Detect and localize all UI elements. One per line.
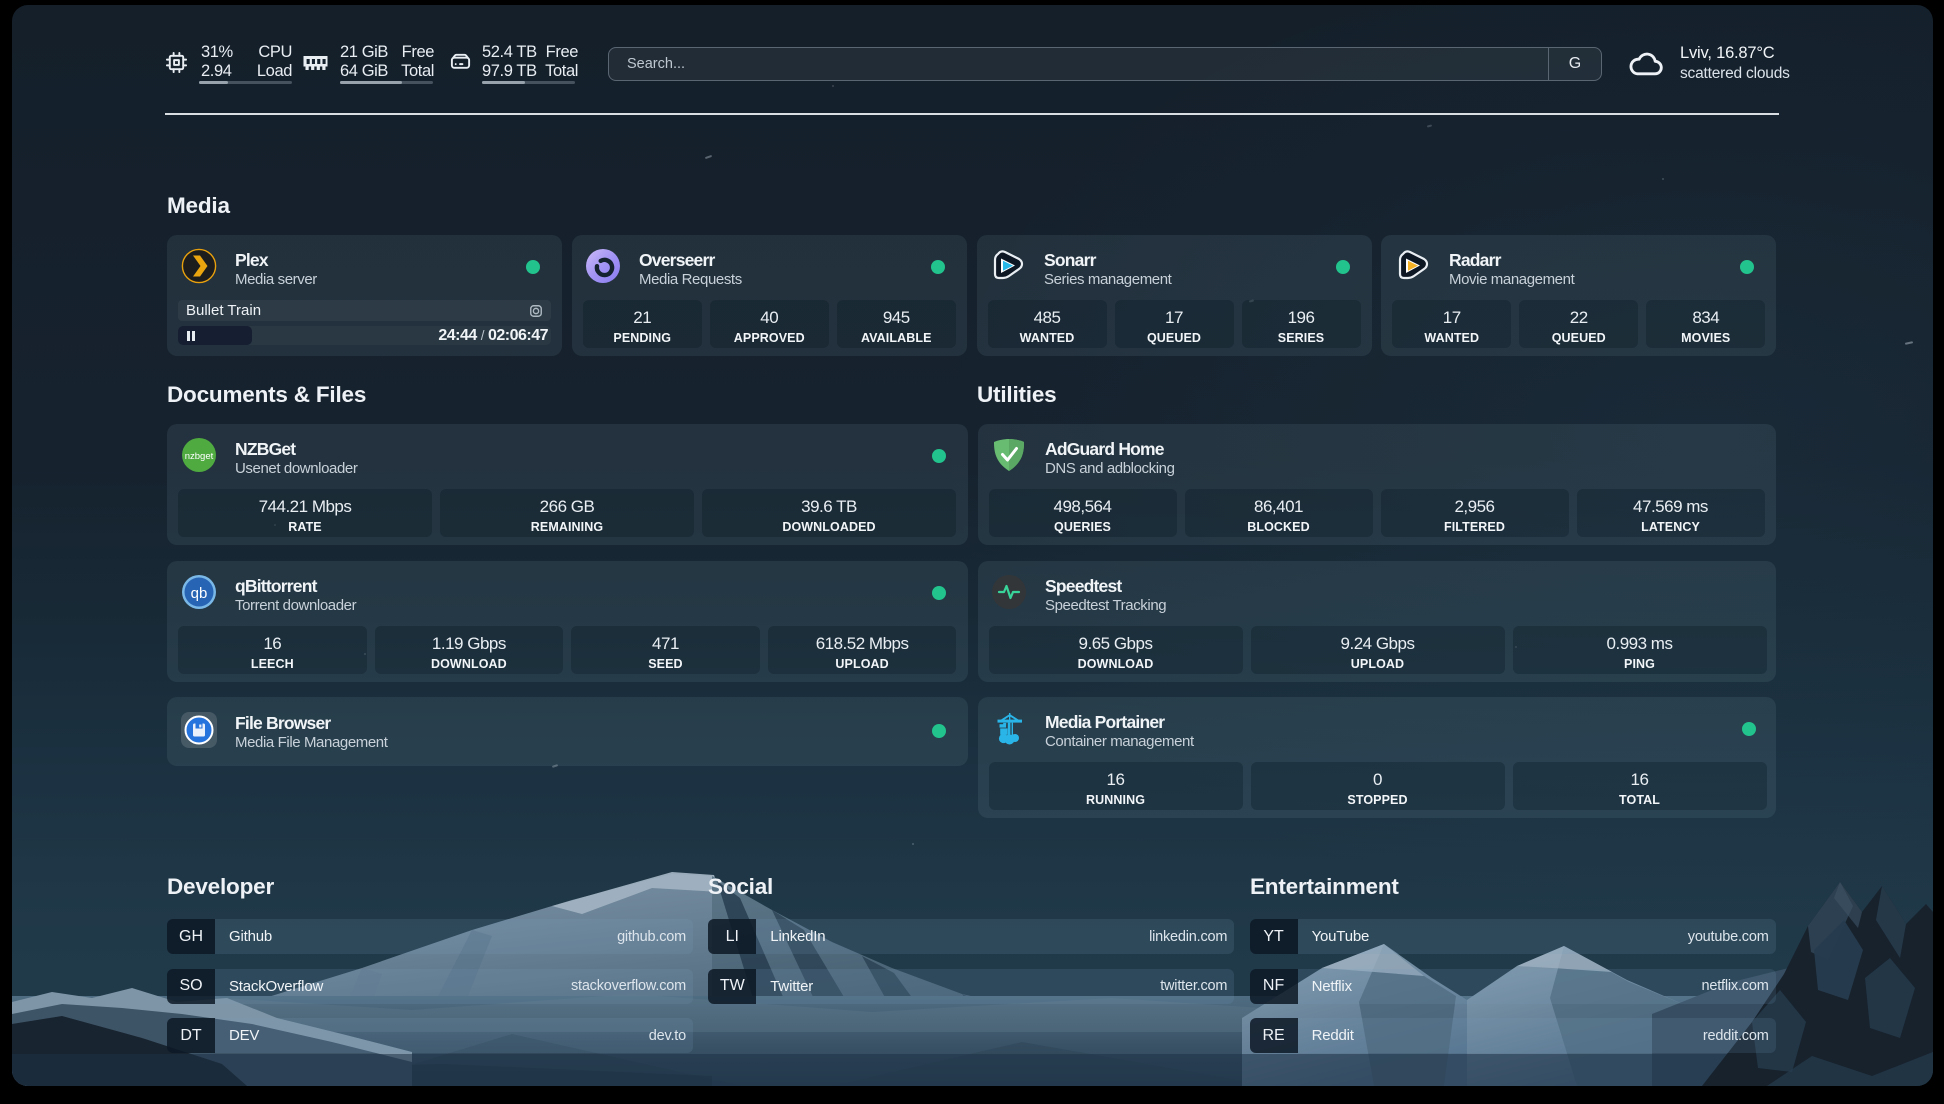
svg-text:nzbget: nzbget: [185, 451, 214, 462]
svg-text:qb: qb: [191, 585, 208, 602]
